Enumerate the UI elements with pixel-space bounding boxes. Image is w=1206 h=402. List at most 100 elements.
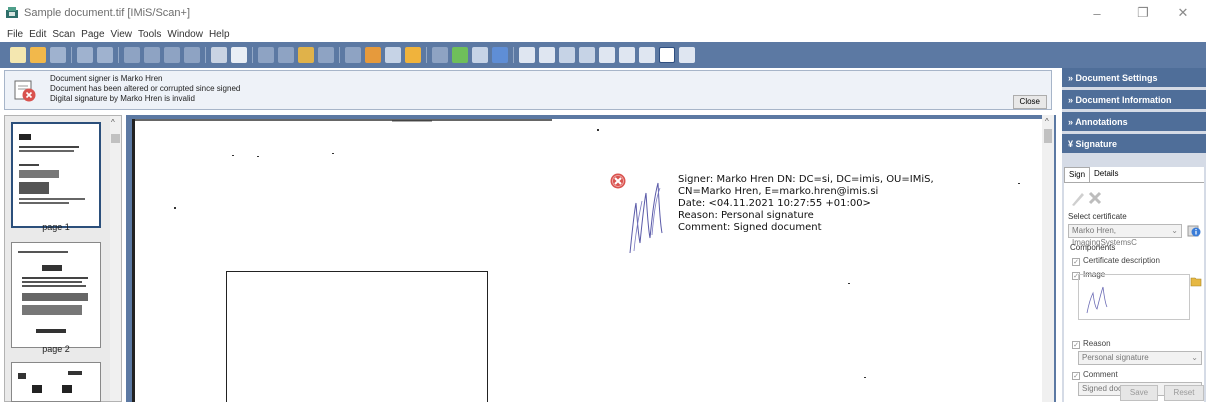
print-icon[interactable]: [97, 47, 113, 63]
toolbar-separator: [426, 47, 427, 63]
export-icon[interactable]: [318, 47, 334, 63]
actual-size-icon[interactable]: [599, 47, 615, 63]
chevron-down-icon: ⌄: [1191, 353, 1198, 362]
window-title: Sample document.tif [IMiS/Scan+]: [24, 7, 190, 19]
toolbar-separator: [71, 47, 72, 63]
document-page[interactable]: Signer: Marko Hren DN: DC=si, DC=imis, O…: [132, 119, 1042, 402]
fit-height-icon[interactable]: [639, 47, 655, 63]
menu-view[interactable]: View: [108, 29, 136, 40]
new-document-icon[interactable]: [10, 47, 26, 63]
checkbox[interactable]: ✓: [1072, 258, 1080, 266]
crop-icon[interactable]: [345, 47, 361, 63]
clear-icon[interactable]: [1088, 191, 1102, 205]
scan-icon[interactable]: [77, 47, 93, 63]
find-icon[interactable]: [385, 47, 401, 63]
menu-window[interactable]: Window: [164, 29, 206, 40]
save-icon[interactable]: [50, 47, 66, 63]
page-thumbnail-image: [19, 134, 85, 204]
tab-sign[interactable]: Sign: [1064, 167, 1091, 182]
document-scrollbar[interactable]: ^: [1042, 115, 1054, 402]
minimize-button[interactable]: –: [1074, 0, 1120, 26]
open-folder-icon[interactable]: [30, 47, 46, 63]
handwritten-signature-image: [629, 182, 663, 254]
menu-edit[interactable]: Edit: [26, 29, 49, 40]
toolbar-separator: [513, 47, 514, 63]
menu-scan[interactable]: Scan: [49, 29, 78, 40]
rotate-right-icon[interactable]: [278, 47, 294, 63]
checkbox[interactable]: ✓: [1072, 341, 1080, 349]
section-label: Annotations: [1075, 117, 1128, 127]
thumbnail-pane: page 1 page 2 ^: [4, 115, 122, 402]
info-icon[interactable]: [492, 47, 508, 63]
copy-icon[interactable]: [144, 47, 160, 63]
thumbnails-icon[interactable]: [679, 47, 695, 63]
menu-tools[interactable]: Tools: [135, 29, 164, 40]
edit-icon[interactable]: [231, 47, 247, 63]
rotate-left-icon[interactable]: [258, 47, 274, 63]
fit-page-icon[interactable]: [619, 47, 635, 63]
option-label: Reason: [1083, 339, 1111, 348]
arrow-down-icon[interactable]: [452, 47, 468, 63]
pen-icon[interactable]: [1072, 193, 1084, 206]
import-icon[interactable]: [298, 47, 314, 63]
thumbnail-page-2[interactable]: [11, 242, 101, 348]
section-label: Document Settings: [1075, 73, 1158, 83]
fit-width-icon[interactable]: [659, 47, 675, 63]
toolbar: [0, 42, 1206, 68]
menu-help[interactable]: Help: [206, 29, 233, 40]
signature-image-preview: [1078, 274, 1190, 320]
navigate-icon[interactable]: [472, 47, 488, 63]
cut-icon[interactable]: [124, 47, 140, 63]
single-page-icon[interactable]: [519, 47, 535, 63]
open-image-folder-icon[interactable]: [1190, 276, 1202, 287]
thumbnail-label: page 2: [42, 344, 70, 354]
paste-icon[interactable]: [164, 47, 180, 63]
scroll-thumb[interactable]: [1044, 129, 1052, 143]
section-signature[interactable]: ¥ Signature: [1062, 134, 1206, 154]
close-status-button[interactable]: Close: [1012, 95, 1047, 109]
reason-value: Personal signature: [1082, 353, 1149, 362]
thumbnail-scrollbar[interactable]: ^: [110, 116, 121, 401]
delete-icon[interactable]: [184, 47, 200, 63]
toolbar-separator: [205, 47, 206, 63]
scroll-up-icon[interactable]: ^: [111, 118, 115, 127]
arrow-up-icon[interactable]: [432, 47, 448, 63]
reset-button[interactable]: Reset: [1164, 385, 1204, 401]
scroll-up-icon[interactable]: ^: [1045, 117, 1049, 126]
annotate-icon[interactable]: [365, 47, 381, 63]
section-document-settings[interactable]: » Document Settings: [1062, 68, 1206, 88]
app-icon: [6, 7, 18, 18]
checkbox[interactable]: ✓: [1072, 372, 1080, 380]
toolbar-separator: [118, 47, 119, 63]
expand-chevron-icon: »: [1068, 95, 1074, 105]
save-button[interactable]: Save: [1120, 385, 1158, 401]
section-document-information[interactable]: » Document Information: [1062, 90, 1206, 110]
close-window-button[interactable]: ✕: [1160, 0, 1206, 26]
reason-select[interactable]: Personal signature ⌄: [1078, 351, 1202, 365]
section-annotations[interactable]: » Annotations: [1062, 112, 1206, 132]
zoom-out-icon[interactable]: [579, 47, 595, 63]
two-pages-icon[interactable]: [539, 47, 555, 63]
thumbnail-page-3[interactable]: [11, 362, 101, 402]
collapse-chevron-icon: ¥: [1068, 139, 1074, 149]
hand-icon[interactable]: [405, 47, 421, 63]
sign-tools: [1072, 191, 1102, 206]
menu-page[interactable]: Page: [78, 29, 107, 40]
properties-icon[interactable]: [211, 47, 227, 63]
certificate-info-icon[interactable]: [1187, 224, 1201, 238]
thumbnail-page-1[interactable]: [11, 122, 101, 228]
certificate-select[interactable]: Marko Hren, ImagingSystemsC ⌄: [1068, 224, 1182, 247]
comment-option[interactable]: ✓ Comment: [1072, 370, 1118, 380]
page-rectangle: [226, 271, 488, 402]
signature-error-icon[interactable]: [610, 173, 626, 189]
scroll-thumb[interactable]: [111, 134, 120, 143]
option-label: Comment: [1083, 370, 1118, 379]
document-view: Signer: Marko Hren DN: DC=si, DC=imis, O…: [126, 115, 1056, 402]
signature-status-panel: Document signer is Marko Hren Document h…: [4, 70, 1052, 110]
signature-detail-line: CN=Marko Hren, E=marko.hren@imis.si: [678, 186, 879, 197]
menu-file[interactable]: File: [4, 29, 26, 40]
zoom-in-icon[interactable]: [559, 47, 575, 63]
certificate-description-option[interactable]: ✓ Certificate description: [1072, 256, 1160, 266]
reason-option[interactable]: ✓ Reason: [1072, 339, 1111, 349]
tab-details[interactable]: Details: [1090, 167, 1122, 182]
